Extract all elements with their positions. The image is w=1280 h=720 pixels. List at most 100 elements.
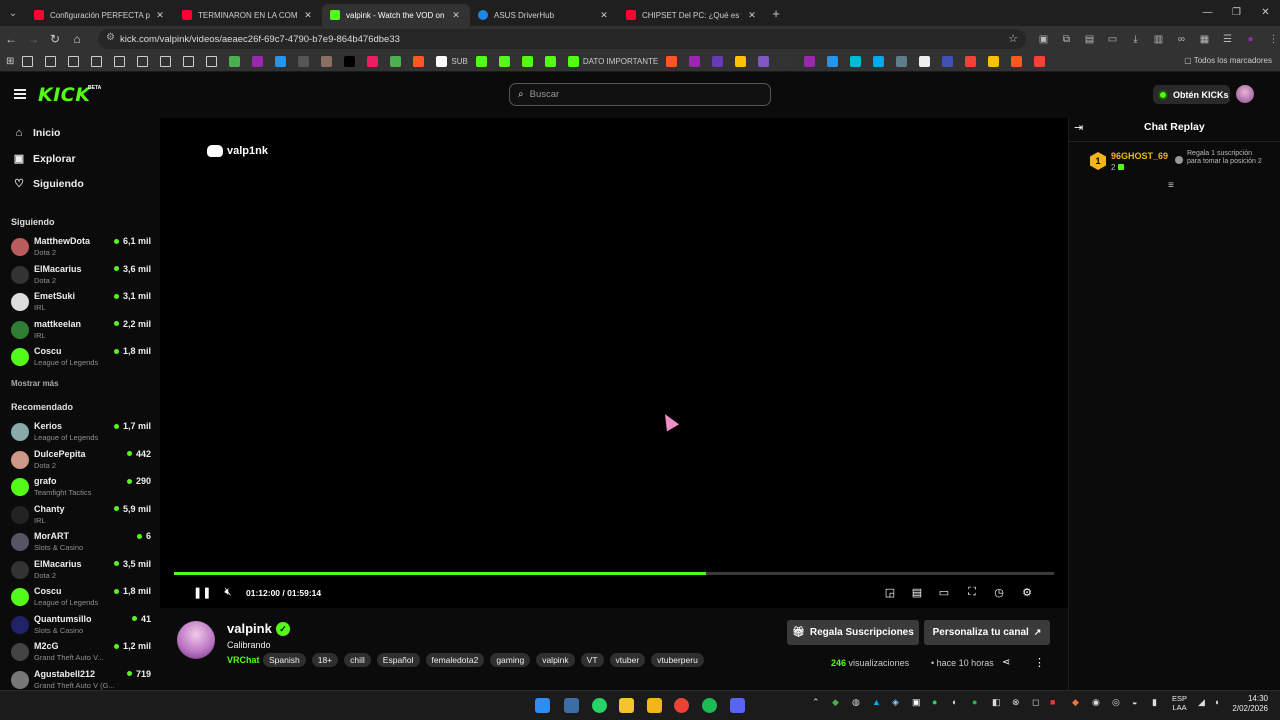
file-manager-icon[interactable] xyxy=(564,698,579,713)
clip-icon[interactable]: ▤ xyxy=(910,586,924,599)
home-icon[interactable]: ⌂ xyxy=(66,32,88,46)
discord-tray-icon[interactable]: ◎ xyxy=(1112,697,1120,708)
bookmark-item[interactable] xyxy=(252,56,267,67)
bookmark-item[interactable] xyxy=(68,56,83,67)
close-window-icon[interactable]: ✕ xyxy=(1251,0,1280,26)
spotify-tray-icon[interactable]: ● xyxy=(972,697,977,707)
bookmark-item[interactable] xyxy=(827,56,842,67)
bookmark-item[interactable] xyxy=(229,56,244,67)
theater-mode-icon[interactable]: ▭ xyxy=(937,586,951,599)
bookmark-item[interactable] xyxy=(114,56,129,67)
bookmark-item[interactable] xyxy=(45,56,60,67)
tray-app-icon[interactable]: ■ xyxy=(1050,697,1055,707)
tray-app-icon[interactable]: ▲ xyxy=(872,697,881,707)
extension-icon[interactable]: ▭ xyxy=(1101,34,1124,45)
site-info-icon[interactable]: ⚙ xyxy=(106,32,115,43)
miniplayer-icon[interactable]: ◲ xyxy=(883,586,897,599)
fullscreen-icon[interactable]: ⛶ xyxy=(965,586,979,599)
maximize-icon[interactable]: ❐ xyxy=(1222,0,1251,26)
bookmark-item[interactable] xyxy=(781,56,796,67)
whatsapp-icon[interactable] xyxy=(592,698,607,713)
more-options-icon[interactable]: ⋮ xyxy=(1034,656,1045,669)
close-tab-icon[interactable]: ✕ xyxy=(598,10,610,21)
menu-icon[interactable]: ☰ xyxy=(1216,34,1239,45)
bookmark-item[interactable] xyxy=(321,56,336,67)
windows-start-icon[interactable] xyxy=(535,698,550,713)
sidebar-channel[interactable]: ElMacarius Dota 2 3,5 mil xyxy=(11,557,151,583)
get-kicks-button[interactable]: Obtén KICKs xyxy=(1153,85,1230,104)
channel-avatar[interactable] xyxy=(177,621,215,659)
stream-tag[interactable]: vtuberperu xyxy=(651,653,704,667)
apps-icon[interactable]: ⊞ xyxy=(6,56,14,67)
more-menu-icon[interactable]: ⋮ xyxy=(1262,34,1280,45)
browser-tab[interactable]: ASUS DriverHub ✕ xyxy=(470,4,618,26)
bookmark-item[interactable] xyxy=(666,56,681,67)
settings-gear-icon[interactable]: ⚙ xyxy=(1020,586,1034,599)
nav-following[interactable]: ♡ Siguiendo xyxy=(11,177,84,191)
extension-icon[interactable]: ▦ xyxy=(1193,34,1216,45)
bookmark-item[interactable] xyxy=(712,56,727,67)
sidebar-channel[interactable]: EmetSuki IRL 3,1 mil xyxy=(11,289,151,315)
stream-tag[interactable]: VT xyxy=(580,653,604,667)
tray-app-icon[interactable]: ◈ xyxy=(892,697,899,708)
bookmark-item[interactable] xyxy=(544,56,560,67)
user-avatar[interactable] xyxy=(1236,85,1254,103)
extension-icon[interactable]: ▣ xyxy=(1032,34,1055,45)
bookmark-item[interactable] xyxy=(22,56,37,67)
tray-app-icon[interactable]: ▣ xyxy=(912,697,921,708)
bookmark-item[interactable] xyxy=(1034,56,1049,67)
microphone-icon[interactable]: ▮ xyxy=(1152,697,1157,708)
close-tab-icon[interactable]: ✕ xyxy=(154,10,166,21)
chrome-icon[interactable] xyxy=(674,698,689,713)
bookmark-item[interactable] xyxy=(965,56,980,67)
extension-icon[interactable]: ▥ xyxy=(1147,34,1170,45)
discord-taskbar-icon[interactable] xyxy=(730,698,745,713)
nav-explore[interactable]: ▣ Explorar xyxy=(11,152,76,166)
volume-icon[interactable]: ◖ xyxy=(1214,697,1219,707)
sidebar-channel[interactable]: Kerios League of Legends 1,7 mil xyxy=(11,419,151,445)
xbox-icon[interactable]: ⊗ xyxy=(1012,697,1020,708)
stream-tag[interactable]: femaledota2 xyxy=(425,653,485,667)
sidebar-channel[interactable]: Chanty IRL 5,9 mil xyxy=(11,502,151,528)
bookmark-item[interactable] xyxy=(390,56,405,67)
tab-search-icon[interactable]: ⌄ xyxy=(0,0,26,26)
close-tab-icon[interactable]: ✕ xyxy=(450,10,462,21)
bookmark-item[interactable] xyxy=(942,56,957,67)
browser-tab[interactable]: Configuración PERFECTA para l ✕ xyxy=(26,4,174,26)
sidebar-channel[interactable]: Quantumsillo Slots & Casino 41 xyxy=(11,612,151,638)
sidebar-channel[interactable]: MorART Slots & Casino 6 xyxy=(11,529,151,555)
sidebar-channel[interactable]: Coscu League of Legends 1,8 mil xyxy=(11,344,151,370)
new-tab-icon[interactable]: + xyxy=(766,6,786,21)
stream-tag[interactable]: 18+ xyxy=(311,653,339,667)
stream-tag[interactable]: valpink xyxy=(536,653,575,667)
steam-icon[interactable]: ◍ xyxy=(852,697,860,708)
bookmark-item[interactable] xyxy=(521,56,537,67)
bookmark-star-icon[interactable]: ☆ xyxy=(1008,32,1018,45)
sidebar-channel[interactable]: mattkeelan IRL 2,2 mil xyxy=(11,317,151,343)
search-input[interactable]: ⌕ Buscar xyxy=(509,83,771,106)
sidebar-channel[interactable]: MatthewDota Dota 2 6,1 mil xyxy=(11,234,151,260)
tray-app-icon[interactable]: ◆ xyxy=(1072,697,1079,708)
download-icon[interactable]: ⤓ xyxy=(1124,34,1147,45)
category-link[interactable]: VRChat xyxy=(227,655,260,665)
browser-tab-active[interactable]: valpink - Watch the VOD on Ki ✕ xyxy=(322,4,470,26)
sidebar-channel[interactable]: ElMacarius Dota 2 3,6 mil xyxy=(11,262,151,288)
sidebar-channel[interactable]: grafo Teamfight Tactics 290 xyxy=(11,474,151,500)
sidebar-channel[interactable]: Agustabell212 Grand Theft Auto V (G... 719 xyxy=(11,667,151,693)
top-gifter-name[interactable]: 96GHOST_69 xyxy=(1111,151,1168,161)
bookmark-item[interactable] xyxy=(298,56,313,67)
muted-volume-icon[interactable]: 🔇︎ xyxy=(221,586,235,599)
bookmark-item[interactable] xyxy=(804,56,819,67)
bookmark-item[interactable] xyxy=(1011,56,1026,67)
bookmark-item[interactable]: SUB xyxy=(436,56,468,67)
tray-app-icon[interactable]: ◐ xyxy=(952,697,957,707)
tray-app-icon[interactable]: ◆ xyxy=(832,697,839,708)
bookmark-item[interactable] xyxy=(850,56,865,67)
bookmark-item[interactable] xyxy=(413,56,428,67)
sticky-notes-icon[interactable] xyxy=(619,698,634,713)
video-player[interactable] xyxy=(160,118,1068,608)
forward-icon[interactable]: → xyxy=(22,32,44,46)
puzzle-icon[interactable]: ⧉ xyxy=(1055,34,1078,45)
browser-tab[interactable]: TERMINARON EN LA COMISAR ✕ xyxy=(174,4,322,26)
progress-bar[interactable] xyxy=(174,572,1054,575)
